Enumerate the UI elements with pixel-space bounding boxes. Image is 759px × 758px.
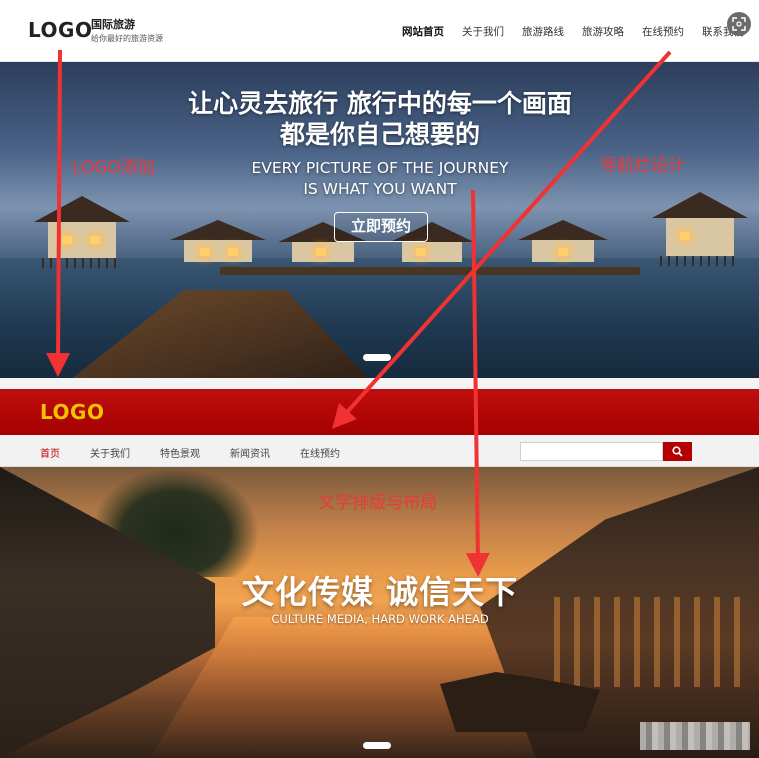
nav2-item-about[interactable]: 关于我们: [90, 445, 130, 460]
hero1-subtitle: EVERY PICTURE OF THE JOURNEY IS WHAT YOU…: [251, 159, 509, 198]
nav-item-booking[interactable]: 在线预约: [642, 24, 684, 39]
carousel-indicator[interactable]: [363, 742, 391, 749]
nav-item-about[interactable]: 关于我们: [462, 24, 504, 39]
annotation-nav-design: 导航栏设计: [600, 156, 685, 176]
site1-brand: 国际旅游 给你最好的旅游资源: [91, 16, 163, 44]
book-now-button[interactable]: 立即预约: [334, 212, 428, 242]
section-divider: [0, 378, 759, 389]
site1-logo[interactable]: LOGO: [28, 18, 92, 42]
carousel-indicator[interactable]: [363, 354, 391, 361]
nav2-item-home[interactable]: 首页: [40, 445, 60, 460]
hero1-bungalow: [518, 220, 608, 270]
expand-button[interactable]: [727, 12, 751, 36]
site1-nav: 网站首页 关于我们 旅游路线 旅游攻略 在线预约 联系我们: [402, 24, 744, 39]
hero1-title: 让心灵去旅行 旅行中的每一个画面 都是你自己想要的: [188, 89, 572, 150]
hero-banner-resort: 让心灵去旅行 旅行中的每一个画面 都是你自己想要的 EVERY PICTURE …: [0, 62, 759, 378]
hero1-bungalow: [28, 196, 136, 268]
site2-nav: 首页 关于我们 特色景观 新闻资讯 在线预约: [0, 435, 759, 467]
hero2-window-lights: [540, 597, 740, 687]
hero2-title: 文化传媒 诚信天下: [241, 573, 519, 611]
site1-brand-tagline: 给你最好的旅游资源: [91, 34, 163, 43]
expand-icon: [732, 17, 746, 31]
nav-item-home[interactable]: 网站首页: [402, 24, 444, 39]
search-icon: [672, 446, 683, 457]
nav2-item-booking[interactable]: 在线预约: [300, 445, 340, 460]
annotation-logo-add: LOGO添加: [72, 158, 155, 178]
search-button[interactable]: [663, 442, 692, 461]
search-input[interactable]: [520, 442, 663, 461]
nav2-item-news[interactable]: 新闻资讯: [230, 445, 270, 460]
site1-brand-name: 国际旅游: [91, 18, 135, 31]
nav-item-routes[interactable]: 旅游路线: [522, 24, 564, 39]
annotation-text-layout: 文字排版与布局: [318, 493, 437, 513]
hero1-bungalow: [170, 220, 266, 270]
watermark-blur: [640, 722, 750, 750]
nav2-item-features[interactable]: 特色景观: [160, 445, 200, 460]
nav-item-guides[interactable]: 旅游攻略: [582, 24, 624, 39]
hero1-bungalow: [646, 192, 754, 272]
site2-header: LOGO: [0, 389, 759, 435]
site1-header: LOGO 国际旅游 给你最好的旅游资源 网站首页 关于我们 旅游路线 旅游攻略 …: [0, 0, 759, 62]
site2-logo[interactable]: LOGO: [40, 400, 104, 424]
hero2-subtitle: CULTURE MEDIA, HARD WORK AHEAD: [271, 612, 489, 626]
